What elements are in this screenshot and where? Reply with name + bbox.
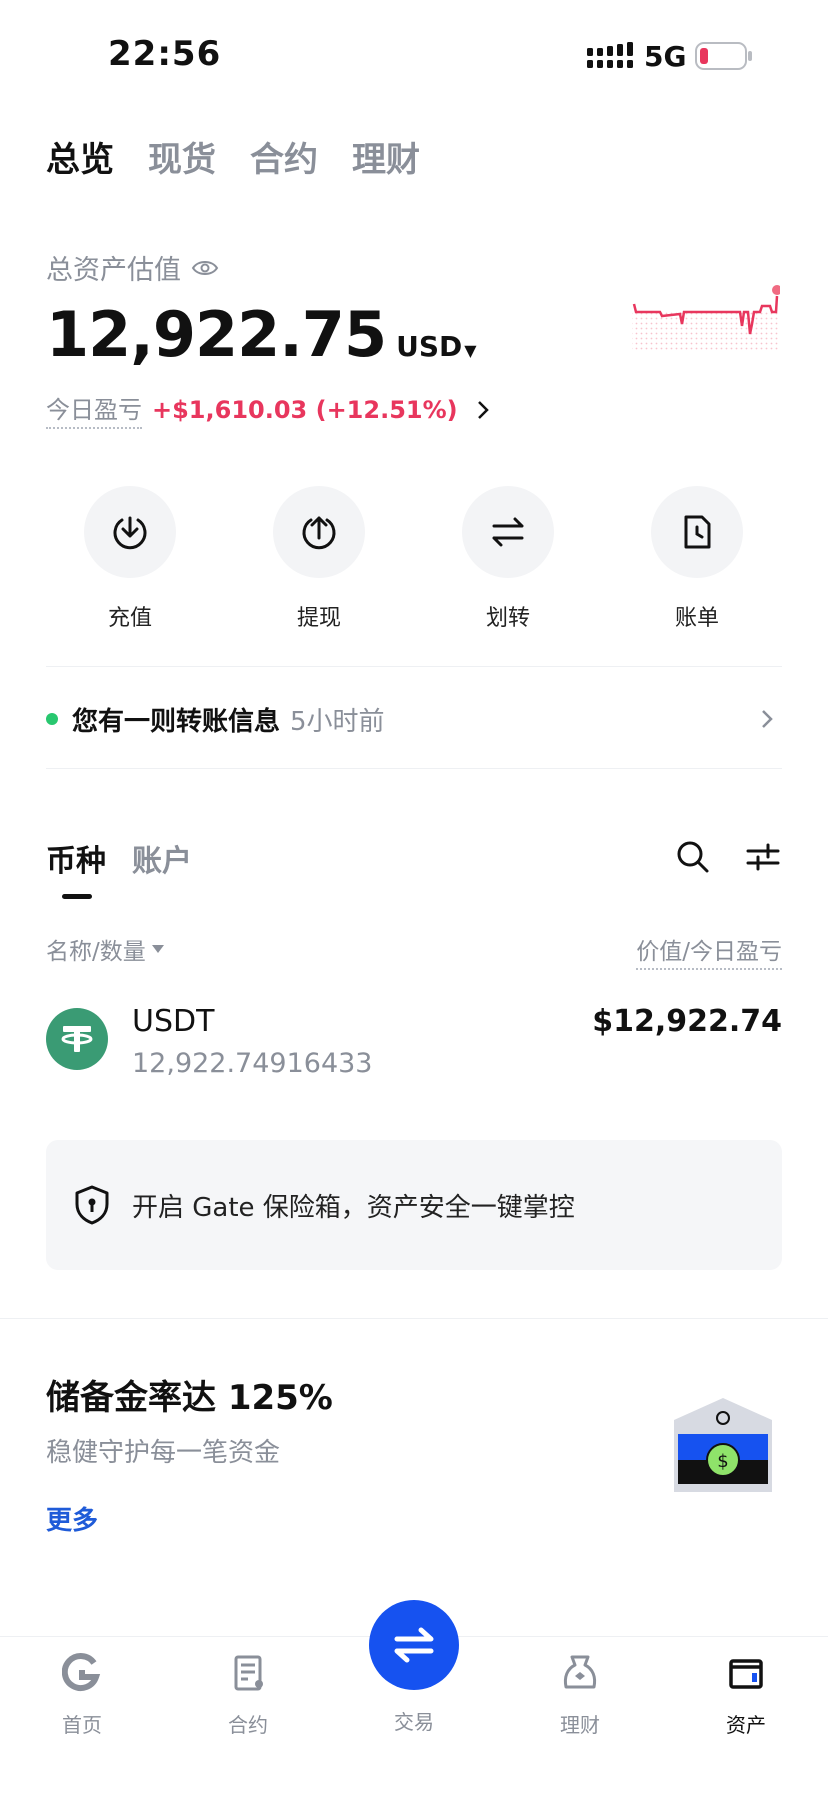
balance-sparkline [632,285,780,350]
coin-value: $12,922.74 [592,1004,782,1039]
bill-icon [684,515,711,549]
svg-text:$: $ [717,1451,728,1472]
shield-icon [75,1185,109,1225]
sort-name-amount[interactable]: 名称/数量 [46,932,164,966]
divider [46,666,782,667]
reserve-more-link[interactable]: 更多 [46,1500,98,1537]
bill-button[interactable]: 账单 [637,486,757,632]
total-row: 12,922.75 USD ▼ [46,298,477,371]
asset-tabs: 币种 账户 [46,836,192,880]
currency-selector[interactable]: USD ▼ [396,330,476,363]
tab-indicator [62,894,92,899]
reserve-subtitle: 稳健守护每一笔资金 [46,1438,281,1468]
search-icon[interactable] [676,840,710,874]
total-label-row: 总资产估值 [46,248,219,287]
tab-earn[interactable]: 理财 [352,132,420,181]
status-dot [46,713,58,725]
deposit-label: 充值 [107,606,152,631]
chevron-right-icon [477,400,489,419]
tab-futures[interactable]: 合约 [250,132,318,181]
battery-icon [695,42,752,70]
wallet-icon [729,1659,763,1689]
nav-assets-label: 资产 [726,1713,766,1737]
nav-futures-label: 合约 [228,1713,268,1737]
transfer-icon [492,517,524,547]
filter-icon[interactable] [746,842,780,872]
reserve-vault-illustration: $ [674,1398,772,1492]
pnl-row[interactable]: 今日盈亏 +$1,610.03 (+12.51%) [46,390,490,429]
divider [46,768,782,769]
signal-icon [587,42,633,68]
nav-trade-label: 交易 [394,1710,434,1734]
chevron-right-icon [762,710,773,728]
list-item[interactable]: USDT 12,922.74916433 $12,922.74 [46,1000,782,1090]
total-label: 总资产估值 [46,255,181,286]
coin-amount: 12,922.74916433 [132,1048,373,1079]
home-icon [61,1653,101,1692]
vault-banner[interactable]: 开启 Gate 保险箱，资产安全一键掌控 [46,1140,782,1270]
notice-text: 您有一则转账信息 [72,706,281,737]
coin-symbol: USDT [132,1004,215,1039]
deposit-button[interactable]: 充值 [70,486,190,632]
nav-home[interactable]: 首页 [32,1653,132,1738]
nav-earn-label: 理财 [560,1713,600,1737]
withdraw-button[interactable]: 提现 [259,486,379,632]
status-time: 22:56 [108,34,222,74]
futures-icon [234,1655,263,1691]
transfer-label: 划转 [485,606,530,631]
caret-down-icon: ▼ [464,341,477,360]
tab-spot[interactable]: 现货 [148,132,216,181]
column-left-label: 名称/数量 [46,939,146,965]
bill-label: 账单 [674,606,719,631]
total-value: 12,922.75 [46,298,387,371]
vault-text: 开启 Gate 保险箱，资产安全一键掌控 [132,1192,575,1223]
earn-icon [563,1655,597,1689]
usdt-logo-icon [46,1008,108,1070]
caret-down-icon [151,945,164,953]
status-bar: 22:56 5G [0,0,828,110]
trade-button[interactable] [369,1600,459,1690]
tab-accounts[interactable]: 账户 [132,836,192,880]
pnl-label: 今日盈亏 [46,390,142,429]
notice-time: 5小时前 [290,706,385,737]
tab-overview[interactable]: 总览 [46,132,114,181]
tab-coins[interactable]: 币种 [46,836,106,880]
deposit-icon [113,516,147,550]
top-tabs: 总览 现货 合约 理财 [46,132,420,181]
withdraw-label: 提现 [296,606,341,631]
pnl-value: +$1,610.03 (+12.51%) [152,395,458,424]
network-type: 5G [644,40,687,73]
column-right-label[interactable]: 价值/今日盈亏 [636,932,782,970]
transfer-button[interactable]: 划转 [448,486,568,632]
currency-label: USD [396,330,463,363]
nav-home-label: 首页 [62,1713,102,1737]
withdraw-icon [302,516,336,550]
reserve-title: 储备金率达 125% [46,1378,333,1418]
nav-futures[interactable]: 合约 [198,1653,298,1738]
transfer-notice[interactable]: 您有一则转账信息 5小时前 [46,694,782,744]
trade-icon [394,1627,434,1663]
eye-icon[interactable] [191,258,219,278]
nav-earn[interactable]: 理财 [530,1653,630,1738]
section-divider [0,1318,828,1319]
nav-assets[interactable]: 资产 [696,1653,796,1738]
